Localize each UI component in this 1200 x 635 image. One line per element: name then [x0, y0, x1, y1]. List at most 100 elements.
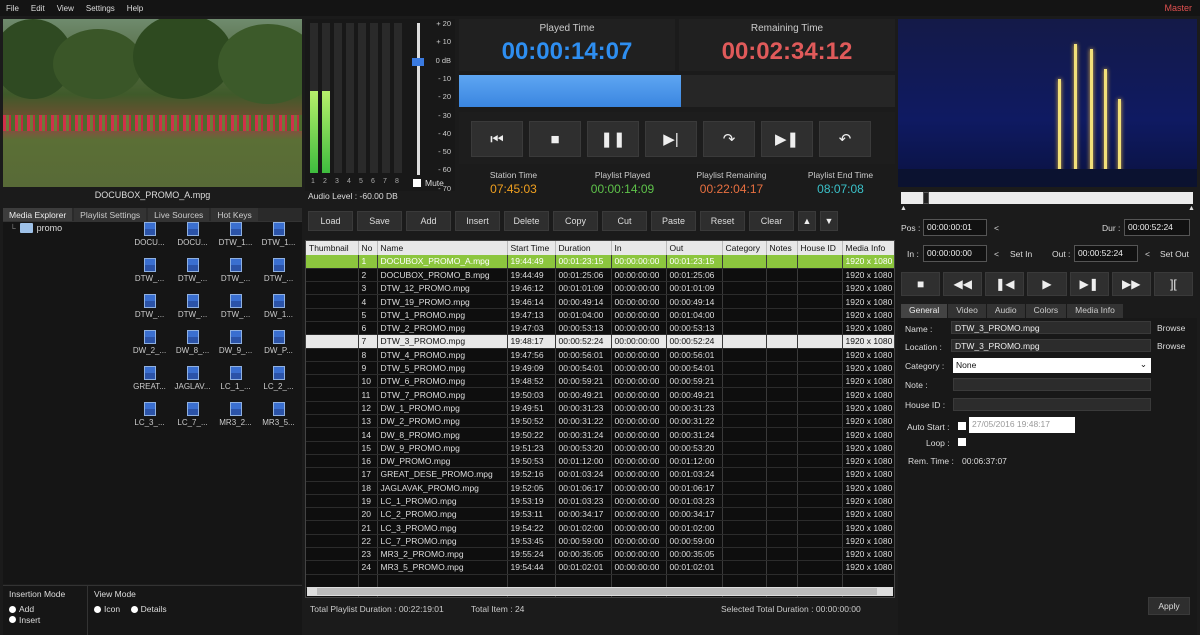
note-field[interactable] — [953, 378, 1151, 391]
dur-field[interactable]: 00:00:52:24 — [1124, 219, 1190, 236]
set-out-button[interactable]: Set Out — [1160, 249, 1189, 259]
media-file[interactable]: DTW_... — [171, 294, 214, 319]
table-row[interactable]: 24 MR3_5_PROMO.mpg 19:54:44 00:01:02:01 00:0… — [306, 560, 894, 575]
rewind-button[interactable]: ◀◀ — [943, 272, 983, 296]
media-file[interactable]: MR3_5... — [257, 402, 300, 427]
media-file[interactable]: LC_2_... — [257, 366, 300, 391]
folder-promo[interactable]: └ promo — [10, 223, 62, 233]
media-file[interactable]: DOCU... — [128, 222, 171, 247]
delete-button[interactable]: Delete — [504, 211, 549, 231]
media-file[interactable]: DTW_... — [214, 294, 257, 319]
tab-audio[interactable]: Audio — [986, 304, 1025, 318]
clip-seekbar[interactable] — [901, 192, 1193, 204]
play-button[interactable]: ▶ — [1027, 272, 1067, 296]
tab-playlist-settings[interactable]: Playlist Settings — [74, 208, 147, 222]
menu-file[interactable]: File — [0, 4, 25, 13]
media-file[interactable]: GREAT... — [128, 366, 171, 391]
table-row[interactable]: 8 DTW_4_PROMO.mpg 19:47:56 00:00:56:01 00:00… — [306, 348, 894, 362]
out-back-button[interactable]: < — [1145, 249, 1150, 259]
move-up-button[interactable]: ▲ — [798, 211, 816, 231]
menu-edit[interactable]: Edit — [25, 4, 51, 13]
auto-start-checkbox[interactable] — [958, 422, 966, 430]
table-row[interactable]: 13 DW_2_PROMO.mpg 19:50:52 00:00:31:22 00:00… — [306, 414, 894, 429]
column-header[interactable]: Out — [666, 241, 723, 255]
table-row[interactable]: 18 JAGLAVAK_PROMO.mpg 19:52:05 00:01:06:17 0… — [306, 481, 894, 495]
move-down-button[interactable]: ▼ — [820, 211, 838, 231]
step-back-button[interactable]: ❚◀ — [985, 272, 1025, 296]
column-header[interactable]: House ID — [797, 241, 843, 255]
out-field[interactable]: 00:00:52:24 — [1074, 245, 1138, 262]
media-file[interactable]: MR3_2... — [214, 402, 257, 427]
in-field[interactable]: 00:00:00:00 — [923, 245, 987, 262]
menu-help[interactable]: Help — [121, 4, 149, 13]
tab-live-sources[interactable]: Live Sources — [148, 208, 210, 222]
browse-name-button[interactable]: Browse — [1157, 323, 1185, 333]
tab-hot-keys[interactable]: Hot Keys — [211, 208, 258, 222]
pos-field[interactable]: 00:00:00:01 — [923, 219, 987, 236]
clear-button[interactable]: Clear — [749, 211, 794, 231]
volume-slider[interactable] — [412, 58, 424, 66]
table-row[interactable]: 15 DW_9_PROMO.mpg 19:51:23 00:00:53:20 00:00… — [306, 441, 894, 455]
auto-start-datetime[interactable]: 27/05/2016 19:48:17 — [969, 417, 1075, 433]
save-button[interactable]: Save — [357, 211, 402, 231]
media-file[interactable]: LC_7_... — [171, 402, 214, 427]
house-id-field[interactable] — [953, 398, 1151, 411]
radio-insert[interactable]: Insert — [9, 615, 40, 625]
clip-stop-button[interactable]: ■ — [901, 272, 941, 296]
table-row[interactable]: 12 DW_1_PROMO.mpg 19:49:51 00:00:31:23 00:00… — [306, 401, 894, 416]
table-row[interactable]: 2 DOCUBOX_PROMO_B.mpg 19:44:49 00:01:25:06 0… — [306, 268, 894, 283]
skip-start-button[interactable]: ⏮ — [471, 121, 523, 157]
media-file[interactable]: DTW_... — [214, 258, 257, 283]
column-header[interactable]: Category — [722, 241, 767, 255]
scrollbar-thumb[interactable] — [317, 588, 877, 595]
tab-media-explorer[interactable]: Media Explorer — [3, 208, 73, 222]
media-file[interactable]: LC_1_... — [214, 366, 257, 391]
media-file[interactable]: DOCU... — [171, 222, 214, 247]
stop-button[interactable]: ■ — [529, 121, 581, 157]
radio-add[interactable]: Add — [9, 604, 34, 614]
column-header[interactable]: Notes — [766, 241, 798, 255]
media-file[interactable]: DTW_... — [257, 258, 300, 283]
reset-button[interactable]: Reset — [700, 211, 745, 231]
media-file[interactable]: JAGLAV... — [171, 366, 214, 391]
tab-media-info[interactable]: Media Info — [1067, 304, 1123, 318]
seek-thumb[interactable] — [923, 192, 929, 204]
media-file[interactable]: DW_8_... — [171, 330, 214, 355]
media-file[interactable]: DTW_... — [128, 294, 171, 319]
column-header[interactable]: Duration — [555, 241, 612, 255]
jump-button[interactable]: ↷ — [703, 121, 755, 157]
radio-icon-view[interactable]: Icon — [94, 604, 120, 614]
cut-button[interactable]: Cut — [602, 211, 647, 231]
column-header[interactable]: Thumbnail — [306, 241, 359, 255]
radio-details-view[interactable]: Details — [130, 604, 167, 614]
table-row[interactable]: 23 MR3_2_PROMO.mpg 19:55:24 00:00:35:05 00:0… — [306, 547, 894, 562]
table-row[interactable]: 9 DTW_5_PROMO.mpg 19:49:09 00:00:54:01 00:00… — [306, 361, 894, 376]
tab-colors[interactable]: Colors — [1025, 304, 1067, 318]
media-file[interactable]: LC_3_... — [128, 402, 171, 427]
table-row[interactable]: 14 DW_8_PROMO.mpg 19:50:22 00:00:31:24 00:00… — [306, 427, 894, 442]
column-header[interactable]: Start Time — [507, 241, 556, 255]
playback-progress-track[interactable] — [681, 75, 895, 107]
media-file[interactable]: DW_9_... — [214, 330, 257, 355]
column-header[interactable]: In — [611, 241, 667, 255]
media-file[interactable]: DW_1... — [257, 294, 300, 319]
table-row[interactable]: 1 DOCUBOX_PROMO_A.mpg 19:44:49 00:01:23:15 0… — [306, 255, 894, 269]
in-back-button[interactable]: < — [994, 249, 999, 259]
mark-button[interactable]: ][ — [1153, 272, 1193, 296]
insert-button[interactable]: Insert — [455, 211, 500, 231]
loop-checkbox[interactable] — [958, 438, 966, 446]
horizontal-scrollbar[interactable] — [307, 587, 893, 596]
table-row[interactable]: 4 DTW_19_PROMO.mpg 19:46:14 00:00:49:14 00:0… — [306, 294, 894, 309]
fast-forward-button[interactable]: ▶▶ — [1111, 272, 1151, 296]
table-row[interactable]: 3 DTW_12_PROMO.mpg 19:46:12 00:01:01:09 00:0… — [306, 281, 894, 296]
paste-button[interactable]: Paste — [651, 211, 696, 231]
table-row[interactable]: 5 DTW_1_PROMO.mpg 19:47:13 00:01:04:00 00:00… — [306, 308, 894, 322]
media-file[interactable]: DTW_... — [171, 258, 214, 283]
menu-settings[interactable]: Settings — [80, 4, 121, 13]
media-file[interactable]: DW_P... — [257, 330, 300, 355]
media-file[interactable]: DTW_1... — [214, 222, 257, 247]
set-in-button[interactable]: Set In — [1010, 249, 1032, 259]
menu-view[interactable]: View — [51, 4, 80, 13]
play-next-button[interactable]: ▶| — [645, 121, 697, 157]
tab-general[interactable]: General — [901, 304, 948, 318]
